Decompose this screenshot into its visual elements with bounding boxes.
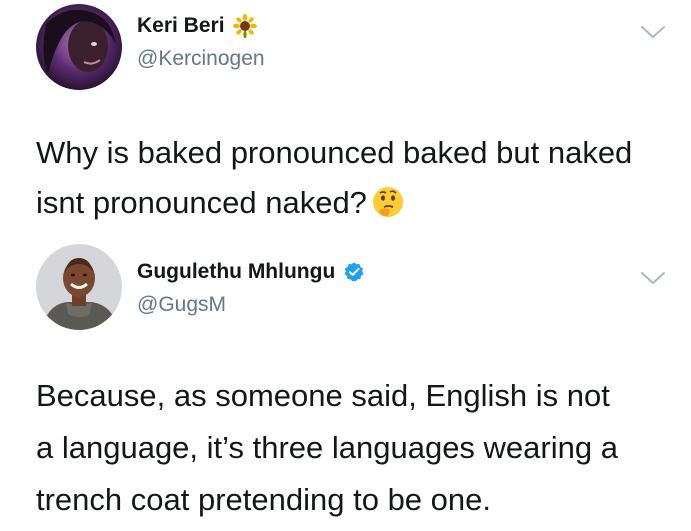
tweet-text-line: trench coat pretending to be one. — [36, 482, 491, 517]
tweet-text-line: Because, as someone said, English is not — [36, 378, 610, 413]
author-name-row: Keri Beri — [137, 14, 257, 38]
display-name[interactable]: Gugulethu Mhlungu — [137, 260, 335, 284]
avatar-gugulethu-mhlungu[interactable] — [36, 244, 122, 330]
avatar-keri-beri[interactable] — [36, 4, 122, 90]
tweet-text: Why is baked pronounced baked but naked … — [36, 128, 676, 228]
chevron-down-icon[interactable] — [640, 24, 666, 40]
display-name[interactable]: Keri Beri — [137, 14, 225, 38]
tweet-text-line: a language, it’s three languages wearing… — [36, 430, 618, 465]
avatar-image — [36, 244, 122, 330]
verified-icon — [343, 261, 365, 283]
author-name-row: Gugulethu Mhlungu — [137, 260, 365, 284]
handle[interactable]: @GugsM — [137, 293, 226, 317]
chevron-down-icon[interactable] — [640, 270, 666, 286]
sunflower-icon — [232, 14, 257, 38]
handle[interactable]: @Kercinogen — [137, 47, 265, 71]
tweet-text: Because, as someone said, English is not… — [36, 370, 686, 526]
thinking-face-icon — [371, 184, 405, 218]
tweet-text-content: Why is baked pronounced baked but naked … — [36, 135, 633, 220]
avatar-image — [36, 4, 122, 90]
tweet-original[interactable]: Keri Beri @Kercinogen Why is baked prono… — [0, 0, 691, 238]
tweet-reply[interactable]: Gugulethu Mhlungu @GugsM Because, as som… — [0, 238, 691, 531]
